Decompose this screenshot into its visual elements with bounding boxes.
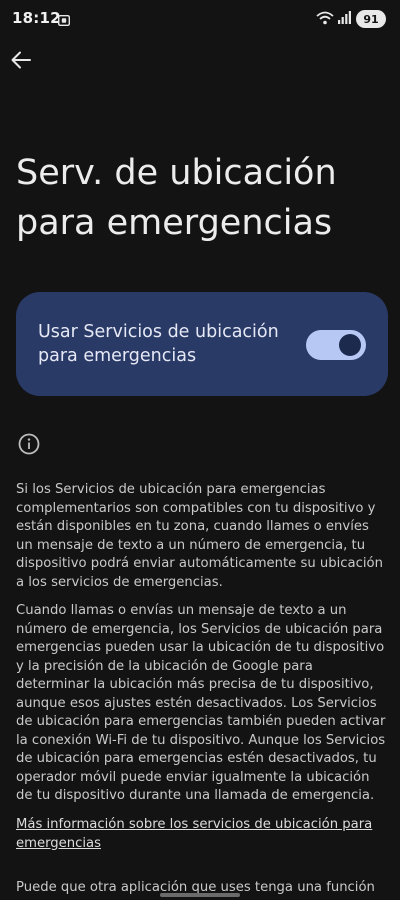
status-icons: 91 bbox=[316, 8, 386, 30]
battery-level: 91 bbox=[356, 10, 386, 28]
info-paragraph-1: Si los Servicios de ubicación para emerg… bbox=[16, 482, 383, 590]
status-time: 18:12 bbox=[12, 9, 61, 27]
screen-record-icon bbox=[57, 11, 71, 27]
signal-icon bbox=[338, 10, 352, 29]
arrow-back-icon bbox=[10, 49, 32, 75]
info-icon bbox=[18, 433, 40, 455]
settings-screen: 18:12 91 Serv. de ubicación para emergen… bbox=[0, 0, 400, 900]
home-indicator[interactable] bbox=[160, 893, 240, 897]
emergency-location-switch[interactable] bbox=[306, 330, 366, 360]
wifi-icon bbox=[316, 10, 334, 29]
switch-thumb bbox=[339, 334, 361, 356]
back-button[interactable] bbox=[4, 45, 38, 79]
status-bar: 18:12 91 bbox=[0, 0, 400, 38]
info-paragraph-2: Cuando llamas o envías un mensaje de tex… bbox=[16, 603, 386, 803]
toggle-label: Usar Servicios de ubicación para emergen… bbox=[38, 322, 279, 366]
learn-more-link[interactable]: Más información sobre los servicios de u… bbox=[16, 816, 376, 853]
page-title: Serv. de ubicación para emergencias bbox=[16, 153, 337, 243]
emergency-location-toggle-row[interactable]: Usar Servicios de ubicación para emergen… bbox=[16, 292, 388, 396]
